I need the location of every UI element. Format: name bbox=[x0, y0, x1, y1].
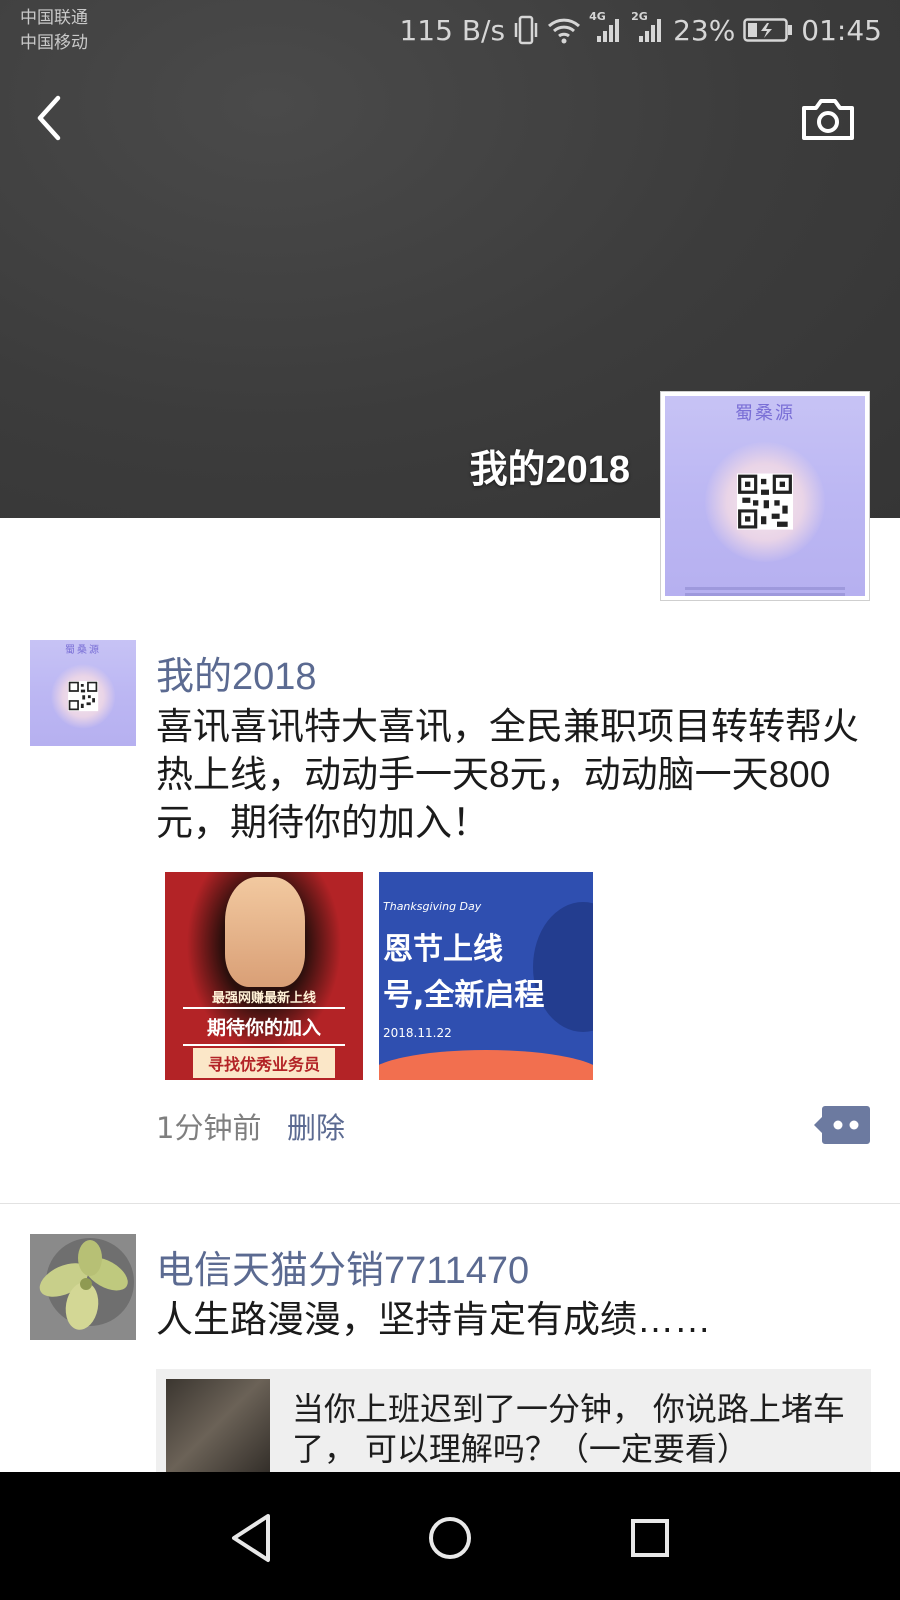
image-text-line2: 号,全新启程 bbox=[383, 978, 545, 1013]
avatar-brand-text: 蜀桑源 bbox=[735, 403, 795, 424]
post-avatar[interactable] bbox=[30, 1234, 136, 1340]
camera-icon bbox=[802, 99, 854, 140]
post-image-recruit[interactable]: 最强网赚最新上线 期待你的加入 寻找优秀业务员 bbox=[165, 872, 363, 1080]
post-image-thanksgiving[interactable]: Thanksgiving Day 恩节上线 号,全新启程 2018.11.22 bbox=[379, 872, 593, 1080]
back-arrow-icon bbox=[37, 95, 61, 141]
back-button[interactable] bbox=[28, 92, 74, 144]
post-divider bbox=[0, 1203, 900, 1204]
nav-back-button[interactable] bbox=[222, 1508, 282, 1568]
carrier-2: 中国移动 bbox=[20, 33, 88, 53]
qr-code-icon bbox=[737, 473, 793, 530]
carrier-info: 中国联通 中国移动 bbox=[20, 6, 88, 56]
signal-4g-label: 4G bbox=[589, 10, 606, 23]
cover-username: 我的2018 bbox=[469, 449, 630, 491]
vibrate-icon bbox=[513, 15, 539, 45]
nav-home-button[interactable] bbox=[420, 1508, 480, 1568]
camera-button[interactable] bbox=[800, 96, 856, 142]
pointing-hand-icon bbox=[225, 877, 305, 987]
square-recent-icon bbox=[631, 1519, 669, 1557]
carrier-1: 中国联通 bbox=[20, 8, 88, 28]
avatar-brand-text: 蜀桑源 bbox=[65, 645, 101, 656]
avatar-image: 蜀桑源 bbox=[30, 640, 136, 746]
signal-2g-icon: 2G bbox=[631, 10, 665, 44]
comment-menu-button[interactable] bbox=[814, 1106, 870, 1144]
more-dots-icon bbox=[814, 1106, 870, 1144]
post-author-name[interactable]: 我的2018 bbox=[156, 645, 317, 700]
image-tag: Thanksgiving Day bbox=[383, 900, 482, 913]
net-speed: 115 B/s bbox=[399, 13, 506, 47]
succulent-plant-image bbox=[30, 1234, 136, 1340]
image-date: 2018.11.22 bbox=[383, 1026, 452, 1040]
post-text: 人生路漫漫，坚持肯定有成绩…… bbox=[156, 1299, 711, 1340]
image-text-line3: 寻找优秀业务员 bbox=[193, 1048, 335, 1078]
nav-recent-button[interactable] bbox=[620, 1508, 680, 1568]
battery-percent: 23% bbox=[673, 13, 736, 47]
wifi-icon bbox=[547, 16, 581, 44]
post-author-name[interactable]: 电信天猫分销7711470 bbox=[156, 1239, 529, 1294]
post-avatar[interactable]: 蜀桑源 bbox=[30, 640, 136, 746]
status-bar: 中国联通 中国移动 115 B/s 4G 2G 23% 01:45 bbox=[0, 0, 900, 62]
post-image-grid: 最强网赚最新上线 期待你的加入 寻找优秀业务员 Thanksgiving Day… bbox=[165, 872, 593, 1080]
image-decor-wave bbox=[379, 1050, 593, 1080]
image-text-line1: 恩节上线 bbox=[383, 932, 503, 967]
signal-4g-icon: 4G bbox=[589, 10, 623, 44]
qr-code-icon bbox=[68, 681, 98, 711]
system-navigation-bar bbox=[0, 1472, 900, 1600]
image-text-line1: 最强网赚最新上线 bbox=[211, 991, 316, 1006]
triangle-back-icon bbox=[232, 1514, 270, 1562]
post-text: 喜讯喜讯特大喜讯，全民兼职项目转转帮火热上线，动动手一天8元，动动脑一天800元… bbox=[156, 706, 859, 843]
clock: 01:45 bbox=[801, 13, 882, 47]
image-text-line2: 期待你的加入 bbox=[183, 1007, 345, 1046]
profile-avatar[interactable]: 蜀桑源 bbox=[660, 391, 870, 601]
status-icons: 115 B/s 4G 2G 23% 01:45 bbox=[399, 10, 882, 50]
signal-2g-label: 2G bbox=[631, 10, 648, 23]
link-title: 当你上班迟到了一分钟， 你说路上堵车了， 可以理解吗？（一定要看） bbox=[292, 1391, 845, 1467]
avatar-footer-lines bbox=[685, 587, 845, 590]
battery-icon bbox=[743, 17, 793, 43]
avatar-image: 蜀桑源 bbox=[665, 396, 865, 596]
post-timestamp: 1分钟前 bbox=[156, 1111, 262, 1145]
circle-home-icon bbox=[429, 1517, 471, 1559]
delete-button[interactable]: 删除 bbox=[287, 1105, 345, 1147]
